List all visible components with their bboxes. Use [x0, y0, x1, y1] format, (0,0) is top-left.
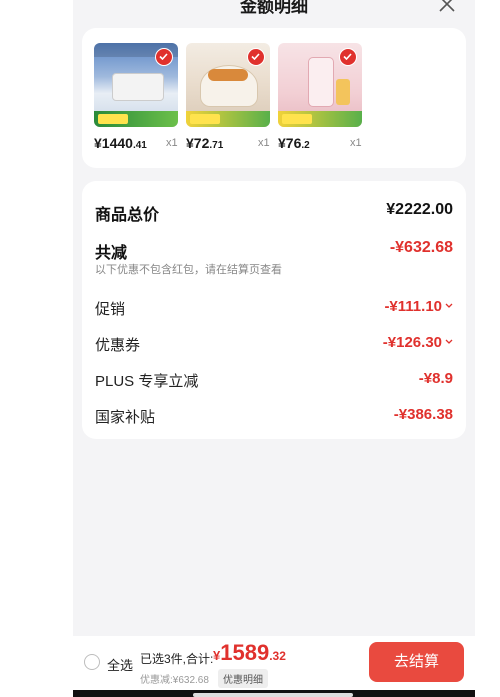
- product-qty: x1: [350, 137, 362, 149]
- home-indicator-bar: [73, 690, 475, 697]
- product-qty: x1: [166, 137, 178, 149]
- product-item[interactable]: ¥76.2 x1: [278, 43, 362, 151]
- product-item[interactable]: ¥1440.41 x1: [94, 43, 178, 151]
- reduction-label: 共减: [95, 245, 128, 262]
- checkout-bar: 全选 已选3件,合计: ¥1589.32 优惠减:¥632.68 优惠明细 去结…: [73, 636, 475, 697]
- chevron-down-icon: [445, 339, 453, 344]
- product-price: ¥1440.41: [94, 135, 147, 151]
- promotion-label: 促销: [95, 301, 126, 318]
- check-icon[interactable]: [247, 48, 265, 66]
- product-price: ¥76.2: [278, 135, 310, 151]
- product-qty: x1: [258, 137, 270, 149]
- select-all-radio-icon[interactable]: [84, 654, 100, 670]
- discount-amount: 优惠减:¥632.68: [140, 675, 209, 686]
- product-image: [94, 43, 178, 127]
- coupon-label: 优惠券: [95, 337, 141, 354]
- product-list-card: ¥1440.41 x1 ¥72.71 x1 ¥76.2 x1: [82, 28, 466, 168]
- sheet-title: 金额明细: [240, 0, 308, 16]
- check-icon[interactable]: [155, 48, 173, 66]
- close-icon[interactable]: [437, 0, 459, 16]
- sheet-header: 金额明细: [73, 0, 475, 22]
- chevron-down-icon: [445, 303, 453, 308]
- checkout-button[interactable]: 去结算: [369, 642, 464, 682]
- product-image: [186, 43, 270, 127]
- national-subsidy-value: -¥386.38: [393, 406, 453, 423]
- plus-discount-value: -¥8.9: [418, 370, 453, 387]
- selected-count-label: 已选3件,合计:: [140, 652, 214, 666]
- reduction-value: -¥632.68: [389, 239, 453, 256]
- total-amount: ¥1589.32: [213, 640, 286, 665]
- amount-detail-sheet: 金额明细 ¥1440.41 x1 ¥72.71 x1 ¥76.2 x1 商品总价…: [73, 0, 475, 697]
- discount-detail-button[interactable]: 优惠明细: [218, 669, 268, 688]
- promotion-value: -¥111.10: [384, 298, 453, 315]
- coupon-value: -¥126.30: [383, 334, 453, 351]
- product-image: [278, 43, 362, 127]
- total-price-label: 商品总价: [95, 207, 160, 224]
- product-item[interactable]: ¥72.71 x1: [186, 43, 270, 151]
- total-price-value: ¥2222.00: [386, 201, 453, 218]
- national-subsidy-label: 国家补贴: [95, 409, 156, 426]
- product-price: ¥72.71: [186, 135, 224, 151]
- plus-discount-label: PLUS 专享立减: [95, 373, 199, 390]
- reduction-note: 以下优惠不包含红包，请在结算页查看: [95, 264, 282, 276]
- check-icon[interactable]: [339, 48, 357, 66]
- select-all-label[interactable]: 全选: [107, 655, 133, 674]
- price-summary-card: 商品总价 ¥2222.00 共减 -¥632.68 以下优惠不包含红包，请在结算…: [82, 181, 466, 439]
